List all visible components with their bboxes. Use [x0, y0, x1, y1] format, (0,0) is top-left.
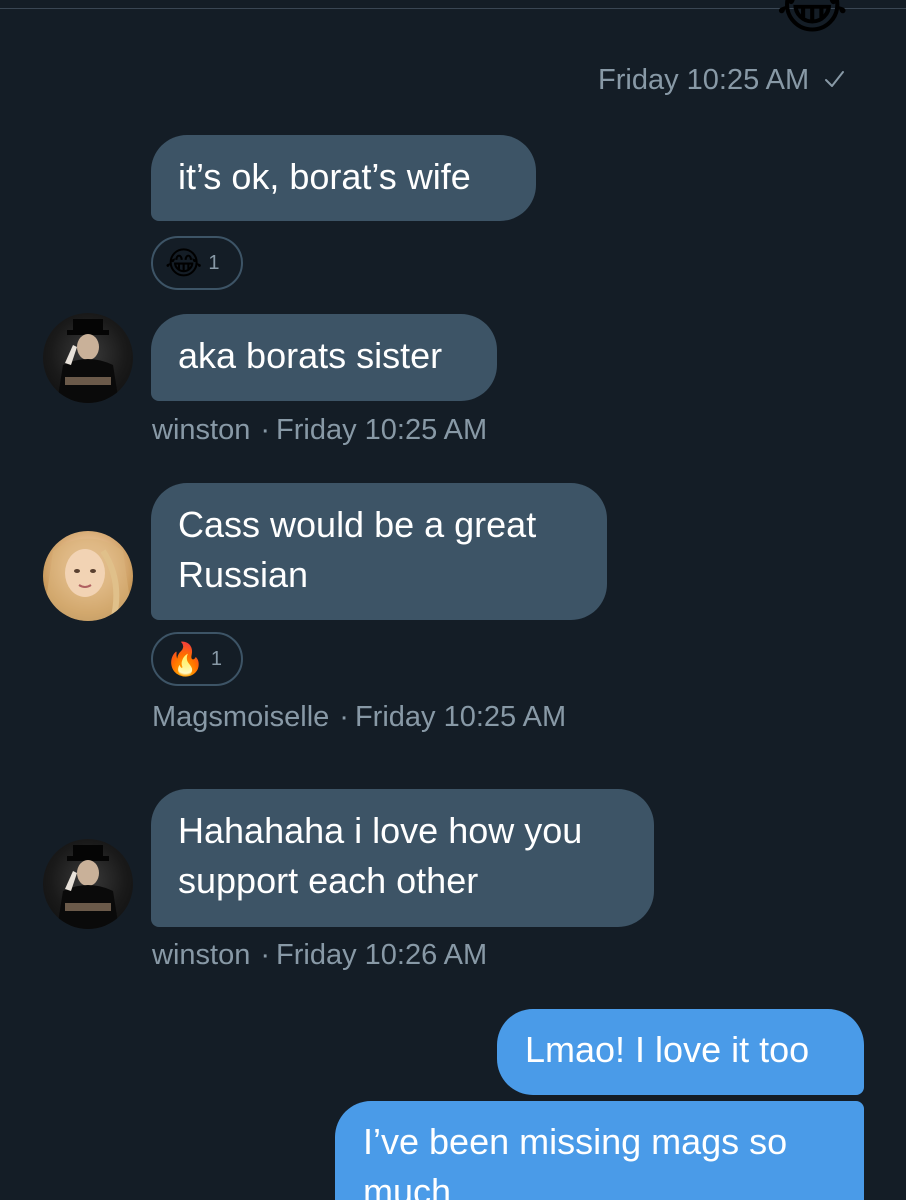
incoming-message-bubble[interactable]: Hahahaha i love how you support each oth… — [151, 789, 654, 927]
tears-of-joy-emoji-icon: 😂 — [165, 245, 203, 281]
meta-separator: · — [260, 939, 270, 971]
reaction-count: 1 — [208, 251, 220, 274]
message-meta: winston · Friday 10:25 AM — [152, 413, 487, 447]
reaction-pill[interactable]: 😂 1 — [151, 236, 243, 290]
sender-name[interactable]: winston — [152, 414, 250, 446]
message-time: Friday 10:25 AM — [276, 414, 488, 446]
reaction-pill[interactable]: 🔥 1 — [151, 632, 243, 686]
sender-name[interactable]: Magsmoiselle — [152, 701, 329, 733]
sender-name[interactable]: winston — [152, 939, 250, 971]
outgoing-timestamp: Friday 10:25 AM — [598, 63, 845, 98]
meta-separator: · — [339, 701, 349, 733]
meta-separator: · — [260, 414, 270, 446]
outgoing-message-bubble[interactable]: Lmao! I love it too — [497, 1009, 864, 1095]
incoming-message-bubble[interactable]: it’s ok, borat’s wife — [151, 135, 536, 221]
checkmark-icon — [823, 64, 845, 98]
fire-emoji-icon: 🔥 — [165, 641, 205, 677]
user-avatar-winston[interactable] — [43, 839, 133, 929]
outgoing-message-bubble[interactable]: I’ve been missing mags so much — [335, 1101, 864, 1200]
user-avatar-magsmoiselle[interactable] — [43, 531, 133, 621]
timestamp-text: Friday 10:25 AM — [598, 64, 810, 96]
message-meta: Magsmoiselle · Friday 10:25 AM — [152, 700, 566, 734]
message-time: Friday 10:26 AM — [276, 939, 488, 971]
message-time: Friday 10:25 AM — [354, 701, 567, 733]
incoming-message-bubble[interactable]: Cass would be a great Russian — [151, 483, 607, 620]
user-avatar-winston[interactable] — [43, 313, 133, 403]
dm-conversation-screen: 😂 Friday 10:25 AM it’s ok, borat’s wife … — [0, 0, 906, 1200]
top-divider — [0, 8, 906, 9]
reaction-count: 1 — [210, 647, 222, 670]
message-meta: winston · Friday 10:26 AM — [152, 938, 487, 972]
partial-emoji-message[interactable]: 😂 — [776, 0, 848, 42]
incoming-message-bubble[interactable]: aka borats sister — [151, 314, 497, 401]
